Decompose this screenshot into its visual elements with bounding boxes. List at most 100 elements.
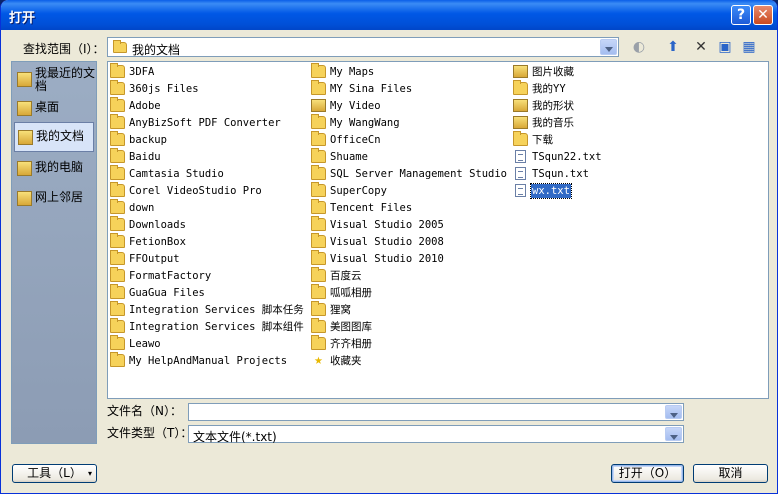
folder-icon (311, 335, 326, 350)
item-name: 我的音乐 (532, 117, 574, 129)
folder-icon (110, 267, 125, 282)
item-name: 齐齐相册 (330, 338, 372, 350)
star-icon: ★ (314, 352, 323, 368)
item-name: 收藏夹 (330, 355, 362, 367)
item-name: SuperCopy (330, 185, 387, 197)
my-documents-icon (113, 40, 127, 53)
place-item[interactable]: 网上邻居 (14, 184, 94, 214)
folder-icon (311, 114, 326, 129)
item-name: backup (129, 134, 167, 146)
file-name-combo[interactable] (188, 403, 684, 421)
place-item[interactable]: 我的文档 (14, 122, 94, 152)
place-item[interactable]: 我最近的文档 (14, 65, 96, 95)
item-name: Shuame (330, 151, 368, 163)
tools-button[interactable]: 工具（L） ▾ (12, 464, 97, 483)
chevron-down-icon[interactable] (600, 39, 617, 55)
network-places-icon (17, 191, 32, 206)
folder-icon (110, 216, 125, 231)
item-name: 图片收藏 (532, 66, 574, 78)
item-name: TSqun22.txt (532, 151, 602, 163)
back-icon[interactable]: ◐ (629, 37, 649, 57)
tools-button-label: 工具（L） (27, 466, 82, 480)
close-button[interactable]: ✕ (753, 5, 773, 25)
item-name: 3DFA (129, 66, 155, 78)
special-folder-icon (513, 116, 528, 129)
item-name: wx.txt (530, 183, 572, 199)
folder-icon (110, 182, 125, 197)
item-name: SQL Server Management Studio (330, 168, 508, 180)
place-label: 我的文档 (36, 129, 85, 143)
delete-icon[interactable]: ✕ (691, 37, 711, 57)
item-name: Visual Studio 2008 (330, 236, 444, 248)
folder-icon (311, 216, 326, 231)
folder-icon (110, 284, 125, 299)
cancel-button[interactable]: 取消 (693, 464, 768, 483)
folder-icon (311, 165, 326, 180)
folder-icon (110, 148, 125, 163)
text-file-icon (515, 184, 526, 197)
folder-icon (110, 63, 125, 78)
item-name: OfficeCn (330, 134, 381, 146)
place-label: 我最近的文档 (35, 66, 96, 93)
folder-icon (110, 114, 125, 129)
item-name: My Maps (330, 66, 375, 78)
file-name-label: 文件名（N）： (107, 404, 182, 418)
open-dialog: 打开 ? ✕ 查找范围（I）： 我的文档 ◐ ⬆ ✕ ▣ ▦ 我最近的文档 桌面 我的文档我… (0, 0, 778, 494)
special-folder-icon (513, 99, 528, 112)
special-folder-icon (513, 65, 528, 78)
item-name: My HelpAndManual Projects (129, 355, 288, 367)
item-name: 下载 (532, 134, 553, 146)
look-in-label: 查找范围（I）： (23, 42, 105, 56)
open-button[interactable]: 打开（O） (611, 464, 684, 483)
folder-icon (311, 63, 326, 78)
item-name: Visual Studio 2010 (330, 253, 444, 265)
folder-icon (311, 80, 326, 95)
file-list[interactable]: 3DFA 360js Files Adobe AnyBizSoft PDF Conve… (107, 61, 769, 399)
place-item[interactable]: 桌面 (14, 94, 94, 124)
item-name: Leawo (129, 338, 161, 350)
folder-icon (110, 335, 125, 350)
views-icon[interactable]: ▦ (739, 37, 759, 57)
item-name: Integration Services 脚本任务 (129, 304, 304, 316)
item-name: MY Sina Files (330, 83, 413, 95)
item-name: Integration Services 脚本组件 (129, 321, 304, 333)
item-name: 360js Files (129, 83, 199, 95)
item-name: Tencent Files (330, 202, 413, 214)
chevron-down-icon[interactable] (665, 405, 682, 419)
folder-icon (311, 250, 326, 265)
title-bar: 打开 ? ✕ (1, 0, 777, 30)
folder-icon (311, 284, 326, 299)
folder-icon (110, 131, 125, 146)
window-title: 打开 (9, 11, 36, 26)
file-type-value: 文本文件(*.txt) (193, 430, 277, 444)
desktop-icon (17, 101, 32, 116)
file-type-combo[interactable]: 文本文件(*.txt) (188, 425, 684, 444)
folder-icon (110, 165, 125, 180)
my-documents-icon (18, 130, 33, 145)
text-file-icon (515, 167, 526, 180)
help-button[interactable]: ? (731, 5, 751, 25)
look-in-combo[interactable]: 我的文档 (107, 37, 619, 57)
item-name: My WangWang (330, 117, 400, 129)
place-item[interactable]: 我的电脑 (14, 154, 94, 184)
folder-icon (311, 233, 326, 248)
new-folder-icon[interactable]: ▣ (715, 37, 735, 57)
folder-icon (513, 80, 528, 95)
folder-icon (311, 131, 326, 146)
folder-icon (110, 233, 125, 248)
chevron-down-icon[interactable] (665, 427, 682, 441)
item-name: TSqun.txt (532, 168, 589, 180)
item-name: FFOutput (129, 253, 180, 265)
item-name: 我的形状 (532, 100, 574, 112)
item-name: My Video (330, 100, 381, 112)
folder-icon (311, 182, 326, 197)
item-name: 我的YY (532, 83, 566, 95)
item-name: Adobe (129, 100, 161, 112)
folder-icon (110, 352, 125, 367)
folder-icon (110, 301, 125, 316)
item-name: Downloads (129, 219, 186, 231)
item-name: 狸窝 (330, 304, 351, 316)
folder-icon (311, 267, 326, 282)
file-type-label: 文件类型（T）： (107, 426, 193, 440)
up-folder-icon[interactable]: ⬆ (663, 37, 683, 57)
